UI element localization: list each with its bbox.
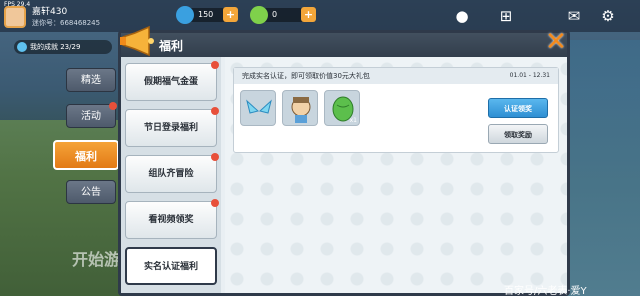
achievement-icon [17, 42, 27, 52]
welfare-content: 完成实名认证，即可领取价值30元大礼包 01.01 - 12.31 x1 认证领… [225, 57, 567, 293]
notification-dot [211, 199, 219, 207]
list-item-label: 节日登录福利 [143, 123, 198, 133]
list-item-holiday-egg[interactable]: 假期福气金蛋 [125, 61, 219, 101]
list-item-realname-verify[interactable]: 实名认证福利 [125, 247, 217, 285]
list-item-team-adventure[interactable]: 组队齐冒险 [125, 153, 219, 193]
tab-events-label: 活动 [81, 111, 101, 122]
avatar[interactable] [4, 6, 26, 28]
tab-featured[interactable]: 精选 [66, 68, 116, 92]
list-item-label: 实名认证福利 [143, 262, 198, 272]
panel-header: 福利 [120, 25, 567, 57]
notification-dot [211, 153, 219, 161]
notification-dot [109, 102, 117, 110]
wings-icon [246, 99, 272, 114]
list-item-watch-video[interactable]: 看视频领奖 [125, 199, 219, 239]
player-name: 嘉轩430 [32, 7, 68, 17]
coin-counter: 150 + [176, 6, 238, 24]
event-date: 01.01 - 12.31 [509, 72, 550, 79]
list-item-festival-login[interactable]: 节日登录福利 [125, 107, 219, 147]
notification-dot [211, 107, 219, 115]
tab-welfare-label: 福利 [75, 150, 97, 163]
list-item-label: 假期福气金蛋 [143, 77, 198, 87]
gem-value: 0 [272, 10, 278, 19]
tab-notice[interactable]: 公告 [66, 180, 116, 204]
reward-description: 完成实名认证，即可领取价值30元大礼包 [242, 72, 370, 80]
tab-featured-label: 精选 [81, 75, 101, 86]
character-skin-item[interactable] [282, 90, 318, 126]
achievement-text: 我的成就 23/29 [30, 43, 81, 51]
claim-button[interactable]: 领取奖励 [488, 124, 548, 144]
item-quantity: x1 [349, 117, 357, 124]
gem-icon [250, 6, 268, 24]
notification-dot [211, 61, 219, 69]
tab-welfare[interactable]: 福利 [53, 140, 119, 170]
panel-title: 福利 [159, 39, 184, 53]
top-bar: FPS 29.4 嘉轩430 迷你号：668468245 150 + 0 + ●… [0, 0, 640, 32]
wings-item[interactable] [240, 90, 276, 126]
gem-counter: 0 + [250, 6, 316, 24]
mail-icon[interactable]: ✉ [564, 6, 584, 26]
list-item-label: 看视频领奖 [148, 215, 194, 225]
welfare-list: 假期福气金蛋 节日登录福利 组队齐冒险 看视频领奖 实名认证福利 [121, 57, 221, 293]
verify-button[interactable]: 认证领奖 [488, 98, 548, 118]
friends-icon[interactable]: ⊞ [496, 6, 516, 26]
green-egg-item[interactable]: x1 [324, 90, 360, 126]
list-item-label: 组队齐冒险 [148, 169, 194, 179]
add-coin-button[interactable]: + [223, 7, 238, 22]
watermark: 百家号/六老表·爱Y [504, 286, 587, 296]
add-gem-button[interactable]: + [301, 7, 316, 22]
tab-notice-label: 公告 [81, 187, 101, 198]
reward-card: 完成实名认证，即可领取价值30元大礼包 01.01 - 12.31 x1 认证领… [233, 67, 559, 153]
card-header: 完成实名认证，即可领取价值30元大礼包 01.01 - 12.31 [234, 68, 558, 84]
character-icon [291, 97, 311, 123]
settings-icon[interactable]: ⚙ [598, 6, 618, 26]
achievement-bar[interactable]: 我的成就 23/29 [14, 40, 112, 54]
coin-value: 150 [198, 10, 214, 19]
start-game-text[interactable]: 开始游 [72, 246, 120, 270]
qq-icon[interactable]: ● [452, 6, 472, 26]
coin-icon [176, 6, 194, 24]
background-scenery [560, 40, 640, 296]
game-screen: FPS 29.4 嘉轩430 迷你号：668468245 150 + 0 + ●… [0, 0, 640, 296]
player-uid: 迷你号：668468245 [32, 19, 101, 27]
close-button[interactable]: ✕ [543, 29, 569, 55]
tab-events[interactable]: 活动 [66, 102, 117, 128]
megaphone-icon [120, 25, 154, 57]
welfare-panel: 福利 ✕ 假期福气金蛋 节日登录福利 组队齐冒险 看视频领奖 实名认证福利 完成… [118, 25, 570, 296]
